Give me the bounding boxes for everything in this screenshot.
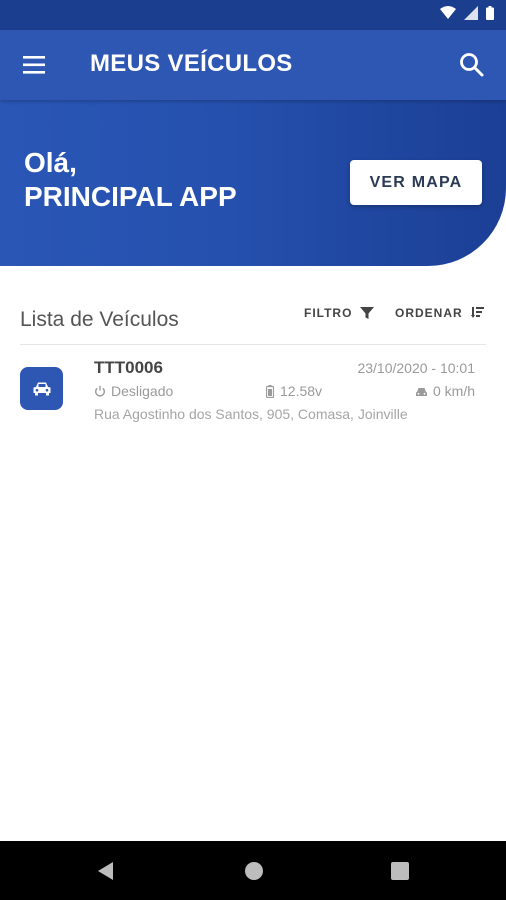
speedometer-icon [415, 387, 427, 396]
search-button[interactable] [456, 49, 488, 81]
sort-icon [470, 307, 484, 318]
system-nav-bar [0, 841, 506, 900]
vehicle-list-title: Lista de Veículos [20, 308, 179, 331]
menu-button[interactable] [18, 50, 52, 80]
vehicle-list-item[interactable]: TTT0006 23/10/2020 - 10:01 Desligado 12.… [0, 346, 506, 430]
vehicle-avatar [20, 367, 63, 410]
vehicle-list-header: Lista de Veículos FILTRO ORDENAR [20, 304, 486, 344]
vehicle-plate: TTT0006 [94, 358, 163, 377]
vehicle-last-update: 23/10/2020 - 10:01 [357, 360, 475, 376]
vehicle-speed-value: 0 km/h [432, 383, 475, 399]
filter-icon [360, 307, 375, 319]
greeting-user-name: PRINCIPAL APP [24, 181, 237, 212]
ignition-status-label: Desligado [111, 383, 174, 399]
page-title: MEUS VEÍCULOS [90, 50, 293, 77]
hamburger-menu-icon [23, 56, 45, 74]
filter-button[interactable]: FILTRO [304, 306, 375, 320]
recent-apps-icon[interactable] [390, 861, 410, 881]
sort-button[interactable]: ORDENAR [395, 306, 485, 320]
greeting-banner: Olá, PRINCIPAL APP VER MAPA [0, 100, 506, 266]
filter-label: FILTRO [304, 306, 353, 320]
search-icon [460, 53, 484, 77]
wifi-icon [440, 6, 456, 19]
app-bar: MEUS VEÍCULOS [0, 30, 506, 100]
status-bar [0, 0, 506, 30]
cell-signal-icon [464, 6, 478, 20]
car-icon [33, 382, 50, 395]
vehicle-speed: 0 km/h [415, 383, 475, 399]
greeting-hello: Olá, [24, 147, 77, 178]
sort-label: ORDENAR [395, 306, 463, 320]
status-icons [440, 6, 494, 20]
list-divider [20, 344, 486, 345]
ignition-status: Desligado [94, 383, 173, 399]
battery-voltage-value: 12.58v [280, 383, 323, 399]
greeting: Olá, PRINCIPAL APP [24, 146, 237, 214]
vehicle-address: Rua Agostinho dos Santos, 905, Comasa, J… [94, 406, 408, 422]
view-map-button[interactable]: VER MAPA [350, 160, 482, 205]
home-icon[interactable] [244, 861, 264, 881]
battery-voltage: 12.58v [266, 383, 322, 399]
battery-icon [486, 6, 494, 20]
power-icon [95, 385, 105, 397]
back-icon[interactable] [96, 861, 116, 881]
battery-icon [266, 384, 274, 398]
